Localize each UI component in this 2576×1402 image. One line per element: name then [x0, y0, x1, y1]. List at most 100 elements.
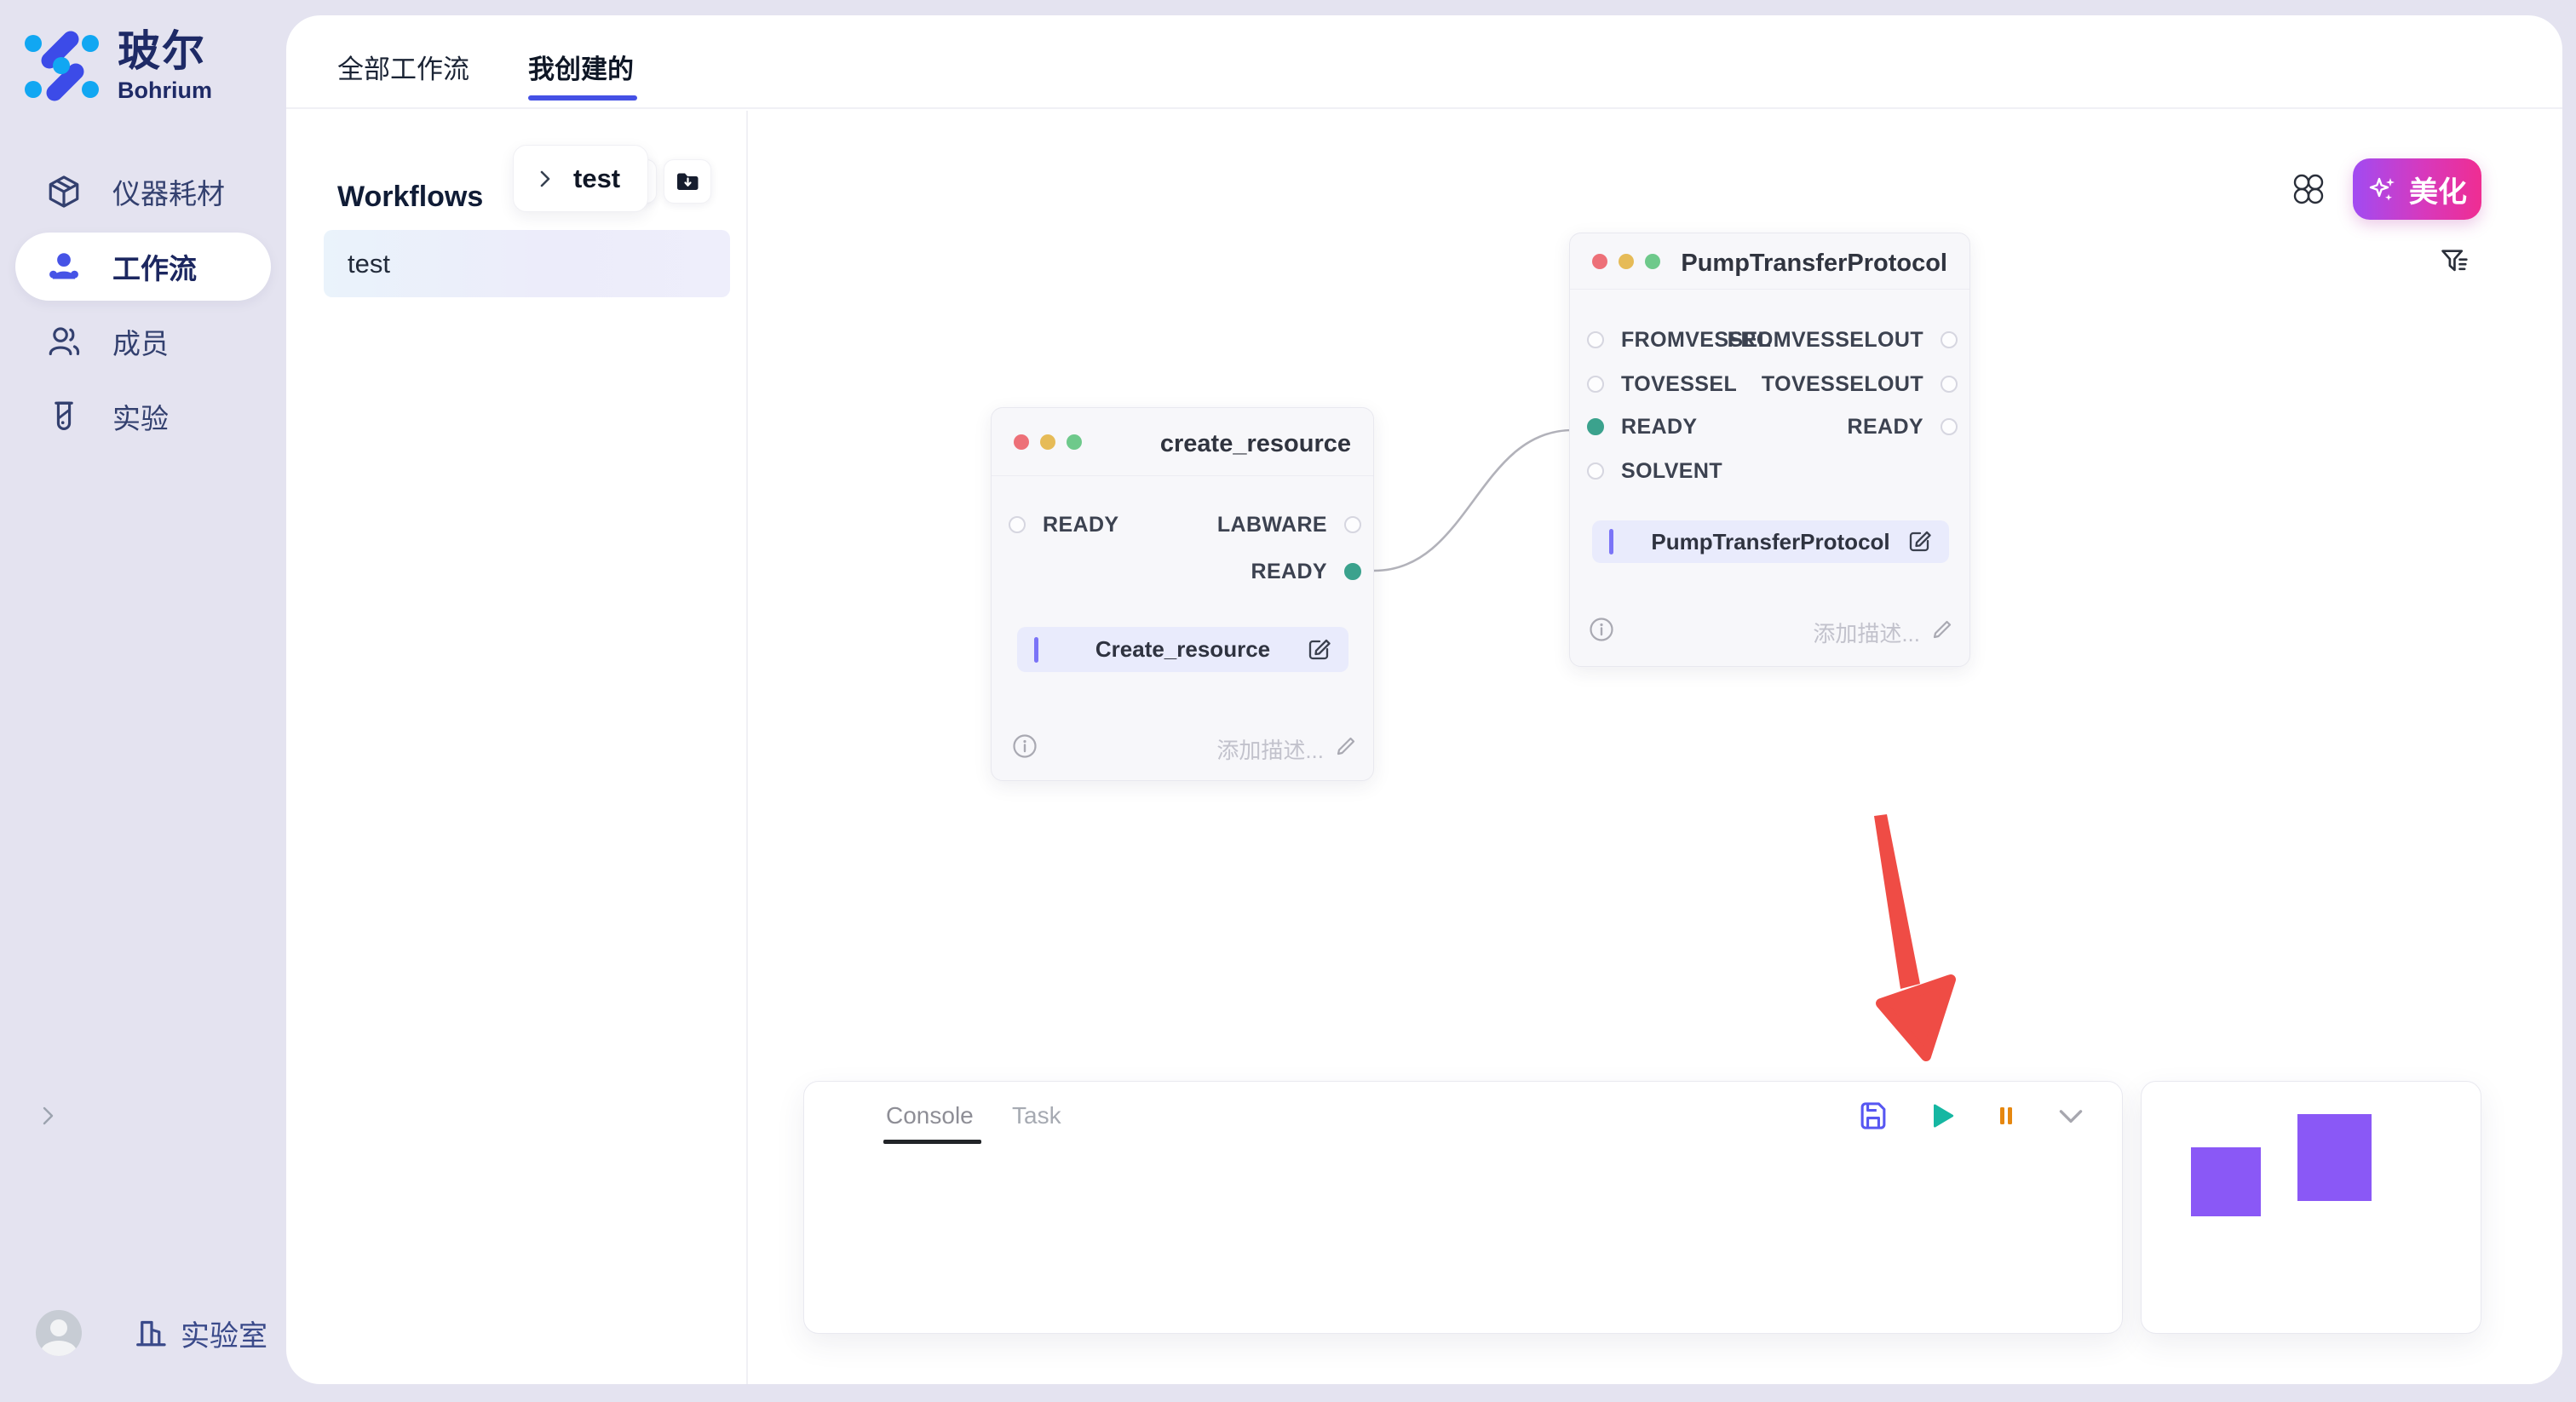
cursor-bar-icon — [1609, 529, 1613, 554]
port-out-ready[interactable]: READY — [1847, 415, 1958, 439]
workflow-item-label: test — [348, 249, 390, 279]
description-placeholder[interactable]: 添加描述... — [1216, 733, 1324, 765]
dot-yellow-icon — [1619, 254, 1634, 269]
edit-icon[interactable] — [1306, 636, 1333, 664]
pencil-icon[interactable] — [1930, 618, 1954, 641]
node-pump-transfer-protocol[interactable]: PumpTransferProtocol FROMVESSEL FROMVESS… — [1569, 233, 1970, 667]
port-dot-icon[interactable] — [1344, 516, 1361, 533]
sidebar-item-label: 实验 — [112, 396, 169, 437]
node-header: PumpTransferProtocol — [1570, 233, 1969, 290]
port-out-ready[interactable]: READY — [1251, 560, 1361, 583]
sidebar: 玻尔 Bohrium 仪器耗材 — [0, 0, 286, 1402]
pause-icon[interactable] — [1994, 1100, 2018, 1131]
filter-button[interactable] — [2438, 245, 2472, 279]
tab-task[interactable]: Task — [1012, 1102, 1061, 1129]
collapse-chevron-icon[interactable] — [2056, 1100, 2086, 1131]
port-dot-icon[interactable] — [1587, 331, 1604, 348]
port-out-labware[interactable]: LABWARE — [1217, 513, 1361, 537]
canvas-breadcrumb-chip[interactable]: test — [513, 145, 648, 212]
sidebar-item-members[interactable]: 成员 — [15, 307, 271, 376]
brand-name-zh: 玻尔 — [118, 30, 212, 72]
port-in-ready[interactable]: READY — [1587, 415, 1698, 439]
minimap-node-pump-transfer — [2297, 1114, 2372, 1201]
minimap-node-create-resource — [2191, 1147, 2261, 1216]
pencil-icon[interactable] — [1334, 734, 1358, 758]
filter-icon — [2438, 245, 2472, 279]
port-dot-icon[interactable] — [1587, 463, 1604, 480]
run-icon[interactable] — [1926, 1100, 1957, 1131]
breadcrumb-label: test — [573, 164, 620, 194]
port-in-ready[interactable]: READY — [1009, 513, 1119, 537]
port-dot-connected-icon[interactable] — [1587, 418, 1604, 435]
info-icon[interactable] — [1012, 733, 1038, 759]
workflows-title: Workflows — [337, 181, 483, 214]
edit-icon[interactable] — [1906, 528, 1934, 555]
brand-name-en: Bohrium — [118, 78, 212, 104]
import-workflow-button[interactable] — [664, 159, 711, 204]
node-action-button[interactable]: PumpTransferProtocol — [1592, 520, 1949, 563]
port-dot-icon[interactable] — [1587, 376, 1604, 393]
node-title: PumpTransferProtocol — [1681, 250, 1947, 278]
sidebar-footer: 实验室 — [36, 1310, 267, 1356]
dot-green-icon — [1645, 254, 1660, 269]
brand-logo[interactable]: 玻尔 Bohrium — [24, 30, 212, 104]
members-icon — [46, 324, 82, 359]
console-toolbar — [1858, 1100, 2086, 1131]
port-in-tovessel[interactable]: TOVESSEL — [1587, 372, 1737, 396]
cursor-bar-icon — [1034, 637, 1038, 663]
beautify-label: 美化 — [2409, 169, 2467, 210]
workflow-tabs: 全部工作流 我创建的 — [286, 15, 2562, 109]
folder-import-icon — [675, 169, 700, 194]
port-out-tovesselout[interactable]: TOVESSELOUT — [1762, 372, 1958, 396]
dot-red-icon — [1014, 434, 1029, 450]
command-palette-button[interactable] — [2291, 172, 2326, 206]
user-avatar[interactable] — [36, 1310, 82, 1356]
save-icon[interactable] — [1858, 1100, 1889, 1131]
command-icon — [2291, 172, 2326, 206]
minimap-panel[interactable] — [2141, 1081, 2481, 1334]
node-footer: 添加描述... — [1570, 615, 1969, 644]
app-root: 玻尔 Bohrium 仪器耗材 — [0, 0, 2576, 1402]
sidebar-item-label: 仪器耗材 — [112, 171, 225, 212]
sidebar-item-label: 成员 — [112, 321, 169, 362]
port-out-fromvesselout[interactable]: FROMVESSELOUT — [1728, 328, 1958, 352]
package-icon — [46, 174, 82, 210]
workflow-people-icon — [46, 249, 82, 284]
tab-all-workflows[interactable]: 全部工作流 — [337, 48, 469, 86]
sidebar-item-instruments[interactable]: 仪器耗材 — [15, 158, 271, 226]
beautify-button[interactable]: 美化 — [2353, 158, 2481, 220]
info-icon[interactable] — [1589, 617, 1614, 642]
port-dot-connected-icon[interactable] — [1344, 563, 1361, 580]
port-dot-icon[interactable] — [1941, 331, 1958, 348]
experiment-icon — [46, 399, 82, 434]
workflow-list-item[interactable]: test — [324, 230, 730, 297]
tab-my-created[interactable]: 我创建的 — [528, 48, 634, 86]
bohrium-logo-icon — [24, 30, 101, 103]
chevron-right-icon — [536, 170, 555, 188]
dot-red-icon — [1592, 254, 1607, 269]
active-tab-underline — [528, 95, 637, 101]
node-footer: 添加描述... — [992, 732, 1373, 761]
node-create-resource[interactable]: create_resource READY LABWARE READY Crea… — [991, 407, 1374, 781]
traffic-dots — [1592, 254, 1660, 269]
port-in-solvent[interactable]: SOLVENT — [1587, 459, 1722, 483]
console-expand-chevron-icon[interactable] — [36, 1104, 60, 1128]
port-dot-icon[interactable] — [1941, 376, 1958, 393]
lab-switcher[interactable]: 实验室 — [135, 1313, 267, 1354]
lab-label: 实验室 — [181, 1313, 267, 1354]
sidebar-item-experiments[interactable]: 实验 — [15, 382, 271, 451]
port-dot-icon[interactable] — [1941, 418, 1958, 435]
beautify-sparkles-icon — [2367, 174, 2398, 204]
dot-yellow-icon — [1040, 434, 1055, 450]
description-placeholder[interactable]: 添加描述... — [1813, 617, 1920, 648]
sidebar-item-workflow[interactable]: 工作流 — [15, 233, 271, 301]
sidebar-item-label: 工作流 — [112, 246, 197, 287]
node-header: create_resource — [992, 408, 1373, 476]
traffic-dots — [1014, 434, 1082, 450]
building-icon — [135, 1316, 169, 1350]
node-title: create_resource — [1160, 430, 1351, 458]
workflows-list-panel: Workflows test — [286, 111, 748, 1384]
port-dot-icon[interactable] — [1009, 516, 1026, 533]
tab-console[interactable]: Console — [886, 1102, 974, 1129]
node-action-button[interactable]: Create_resource — [1017, 627, 1348, 672]
